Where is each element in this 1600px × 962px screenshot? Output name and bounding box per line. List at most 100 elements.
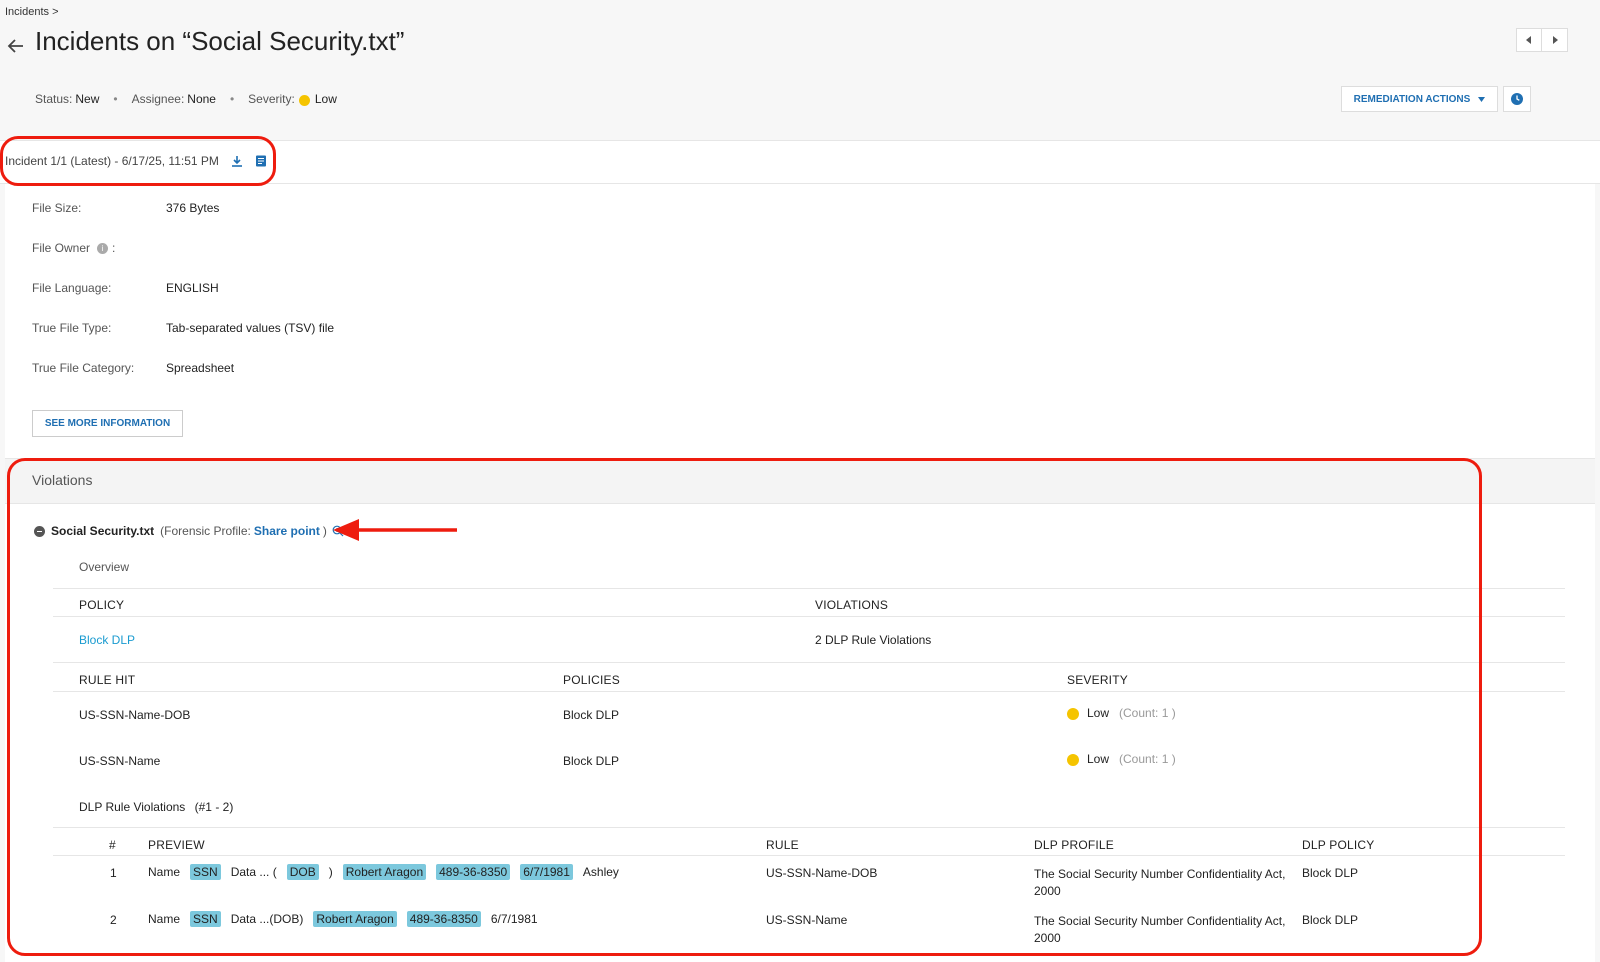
preview-token: Name xyxy=(148,912,181,926)
severity-value: Low xyxy=(314,92,337,106)
breadcrumb[interactable]: Incidents > xyxy=(5,6,59,18)
overview-label: Overview xyxy=(79,560,130,574)
rule-policy-cell: Block DLP xyxy=(563,754,620,768)
violations-header-col: VIOLATIONS xyxy=(815,598,889,612)
assignee-value: None xyxy=(187,92,216,106)
divider xyxy=(53,588,1565,589)
status-label: Status: xyxy=(35,92,73,106)
divider xyxy=(53,616,1565,617)
report-icon[interactable] xyxy=(255,155,267,167)
severity-count: (Count: 1 ) xyxy=(1119,706,1176,720)
assignee-label: Assignee: xyxy=(131,92,185,106)
file-language-label: File Language: xyxy=(32,281,112,295)
incident-label: Incident 1/1 (Latest) - 6/17/25, 11:51 P… xyxy=(5,154,219,168)
dlp-rule-violations-title: DLP Rule Violations (#1 - 2) xyxy=(79,800,233,814)
rule-cell: US-SSN-Name xyxy=(766,913,848,927)
dlp-profile-line: 2000 xyxy=(1034,931,1061,945)
dlp-profile-header: DLP PROFILE xyxy=(1034,838,1115,852)
severity-text: Low xyxy=(1087,706,1110,720)
pager xyxy=(1516,28,1568,52)
violations-header xyxy=(5,458,1595,504)
row-number: 2 xyxy=(110,913,117,927)
num-header: # xyxy=(109,838,116,852)
divider xyxy=(53,855,1565,856)
severity-label: Severity: xyxy=(248,92,295,106)
back-arrow-icon[interactable] xyxy=(6,36,26,56)
remediation-actions-button[interactable]: REMEDIATION ACTIONS xyxy=(1341,86,1498,112)
rule-cell: US-SSN-Name-DOB xyxy=(766,866,878,880)
violations-title: Violations xyxy=(32,472,93,488)
incident-meta: Status: New • Assignee: None • Severity:… xyxy=(35,92,337,106)
separator: • xyxy=(229,92,235,106)
policy-header: POLICY xyxy=(79,598,125,612)
incident-selector[interactable]: Incident 1/1 (Latest) - 6/17/25, 11:51 P… xyxy=(5,154,267,168)
dlp-section-range: (#1 - 2) xyxy=(194,800,234,814)
policy-link[interactable]: Block DLP xyxy=(79,633,135,647)
preview-cell: Name SSN Data ...(DOB) Robert Aragon 489-36-… xyxy=(148,911,538,927)
divider xyxy=(53,662,1565,663)
file-owner-label: File Owner xyxy=(32,241,91,255)
page-title: Incidents on “Social Security.txt” xyxy=(35,26,405,56)
rule-hit-cell: US-SSN-Name-DOB xyxy=(79,708,191,722)
violations-count: 2 DLP Rule Violations xyxy=(815,633,932,647)
previous-incident-button[interactable] xyxy=(1516,28,1542,52)
preview-highlight-token: Robert Aragon xyxy=(342,864,427,880)
preview-highlight-token: 489-36-8350 xyxy=(406,911,481,927)
true-file-category-label: True File Category: xyxy=(32,361,135,375)
row-number: 1 xyxy=(110,866,117,880)
rule-hit-cell: US-SSN-Name xyxy=(79,754,161,768)
true-file-type-value: Tab-separated values (TSV) file xyxy=(166,321,335,335)
next-incident-button[interactable] xyxy=(1542,28,1568,52)
history-button[interactable] xyxy=(1503,86,1531,112)
file-owner-row: File Owner i : xyxy=(32,241,115,255)
clock-icon xyxy=(1511,93,1523,105)
severity-text: Low xyxy=(1087,752,1110,766)
divider xyxy=(53,691,1565,692)
info-icon[interactable]: i xyxy=(97,242,109,254)
dlp-policy-header: DLP POLICY xyxy=(1302,838,1375,852)
preview-token: 6/7/1981 xyxy=(490,912,538,926)
annotation-arrow-icon xyxy=(333,519,457,541)
forensic-profile-suffix: ) xyxy=(322,524,327,538)
rule-header: RULE xyxy=(766,838,799,852)
true-file-category-value: Spreadsheet xyxy=(166,361,235,375)
file-name: Social Security.txt xyxy=(51,524,155,538)
dlp-policy-cell: Block DLP xyxy=(1302,913,1359,927)
dlp-profile-cell: The Social Security Number Confidentiali… xyxy=(1034,913,1285,947)
preview-highlight-token: SSN xyxy=(190,911,221,927)
caret-right-icon xyxy=(1552,36,1558,44)
preview-token: Ashley xyxy=(582,865,619,879)
preview-highlight-token: Robert Aragon xyxy=(313,911,397,927)
remediation-actions-label: REMEDIATION ACTIONS xyxy=(1353,93,1471,105)
forensic-profile-link[interactable]: Share point xyxy=(254,524,320,538)
preview-highlight-token: DOB xyxy=(286,864,319,880)
see-more-information-button[interactable]: SEE MORE INFORMATION xyxy=(32,410,183,437)
chevron-down-icon xyxy=(1478,96,1486,102)
download-icon[interactable] xyxy=(231,155,243,167)
rule-hit-header: RULE HIT xyxy=(79,673,136,687)
file-size-label: File Size: xyxy=(32,201,82,215)
severity-low-icon xyxy=(1067,754,1079,766)
severity-low-icon xyxy=(298,94,310,106)
preview-highlight-token: 489-36-8350 xyxy=(436,864,511,880)
rule-severity-cell: Low (Count: 1 ) xyxy=(1067,752,1176,766)
true-file-type-label: True File Type: xyxy=(32,321,112,335)
dlp-profile-line: The Social Security Number Confidentiali… xyxy=(1034,867,1286,881)
preview-cell: Name SSN Data ... (DOB) Robert Aragon 489-36… xyxy=(148,864,619,880)
forensic-profile-prefix: (Forensic Profile: xyxy=(160,524,251,538)
rule-policy-cell: Block DLP xyxy=(563,708,620,722)
preview-token: Data ... ( xyxy=(230,865,277,879)
severity-header: SEVERITY xyxy=(1067,673,1128,687)
file-size-value: 376 Bytes xyxy=(166,201,220,215)
file-language-value: ENGLISH xyxy=(166,281,219,295)
dlp-section-title: DLP Rule Violations xyxy=(79,800,186,814)
violation-file-entry: Social Security.txt (Forensic Profile: S… xyxy=(34,524,344,538)
divider xyxy=(53,827,1565,828)
severity-low-icon xyxy=(1067,708,1079,720)
dlp-policy-cell: Block DLP xyxy=(1302,866,1359,880)
collapse-icon[interactable] xyxy=(34,525,45,537)
rule-severity-cell: Low (Count: 1 ) xyxy=(1067,706,1176,720)
dlp-profile-line: The Social Security Number Confidentiali… xyxy=(1034,914,1286,928)
dlp-profile-cell: The Social Security Number Confidentiali… xyxy=(1034,866,1285,900)
policies-header: POLICIES xyxy=(563,673,620,687)
